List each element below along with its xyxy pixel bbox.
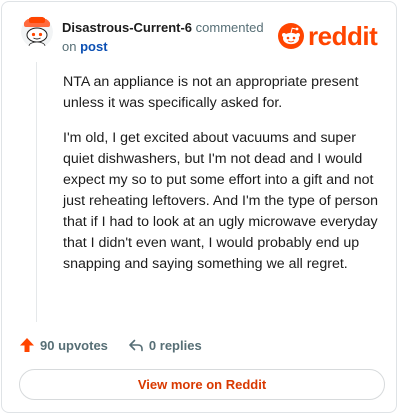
upvote-count: 90 upvotes bbox=[40, 337, 108, 353]
reddit-logo[interactable]: reddit bbox=[278, 21, 378, 51]
author-link[interactable]: Disastrous-Current-6 bbox=[62, 20, 192, 35]
reddit-snoo-icon bbox=[278, 23, 304, 49]
view-more-on-reddit-button[interactable]: View more on Reddit bbox=[19, 369, 385, 400]
reply-button[interactable]: 0 replies bbox=[128, 337, 202, 353]
comment-paragraph: I'm old, I get excited about vacuums and… bbox=[63, 130, 379, 272]
upvote-button[interactable]: 90 upvotes bbox=[19, 337, 108, 353]
comment-meta: Disastrous-Current-6 commented on post bbox=[62, 18, 272, 56]
thread-line[interactable] bbox=[36, 62, 37, 322]
post-link[interactable]: post bbox=[80, 39, 107, 54]
snoo-avatar-icon bbox=[21, 16, 53, 48]
reply-count: 0 replies bbox=[148, 337, 202, 353]
reddit-wordmark: reddit bbox=[308, 21, 378, 51]
avatar[interactable] bbox=[21, 16, 53, 48]
reply-arrow-icon bbox=[129, 339, 143, 352]
comment-paragraph: NTA an appliance is not an appropriate p… bbox=[63, 74, 359, 111]
comment-actions: 90 upvotes 0 replies bbox=[19, 335, 202, 355]
embedded-comment-card: Disastrous-Current-6 commented on post r… bbox=[1, 1, 397, 413]
upvote-arrow-icon bbox=[20, 338, 34, 352]
comment-body: NTA an appliance is not an appropriate p… bbox=[63, 72, 381, 289]
